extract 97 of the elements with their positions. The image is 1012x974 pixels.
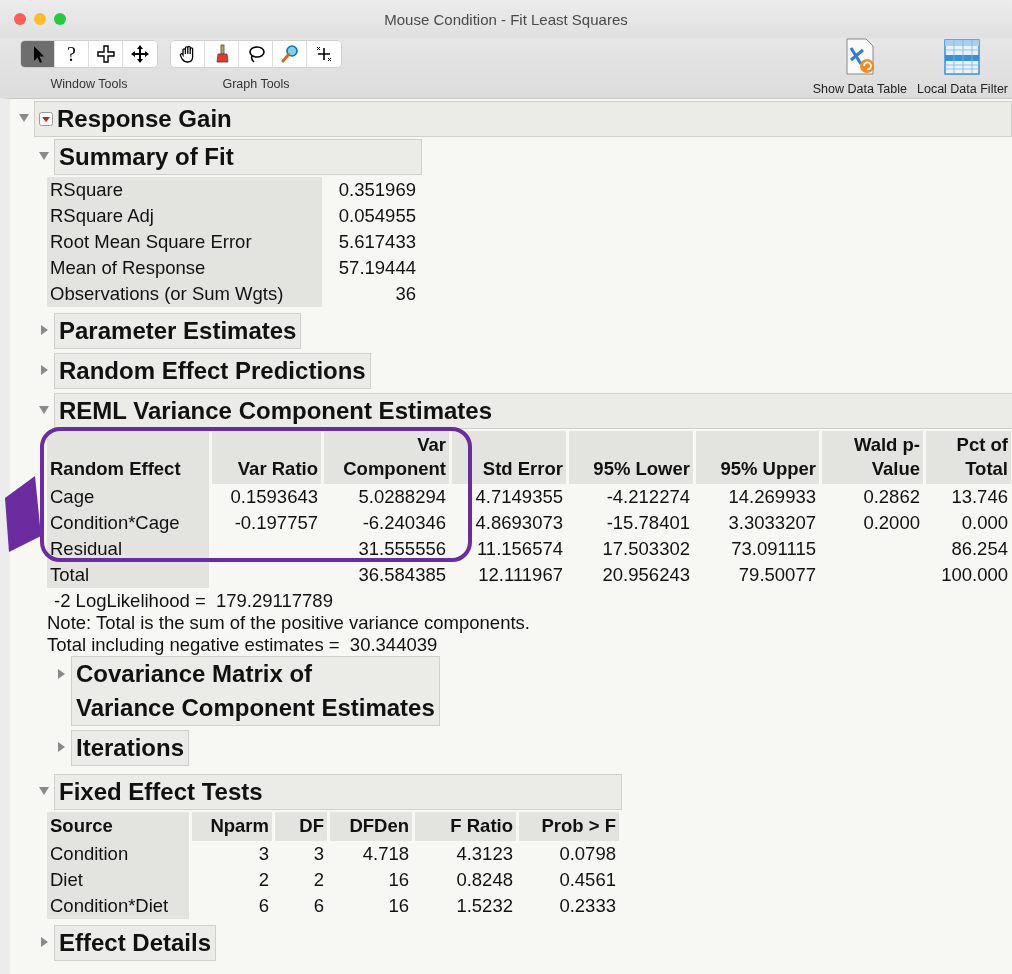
- table-cell-text: 36: [394, 282, 417, 306]
- table-cell-text: 86.254: [950, 537, 1009, 561]
- table-cell-text: 0.2000: [862, 511, 921, 535]
- row-label: Condition*Cage: [47, 510, 212, 536]
- zoom-button[interactable]: [54, 13, 66, 25]
- column-header: Var Ratio: [212, 431, 324, 484]
- close-button[interactable]: [14, 13, 26, 25]
- dropdown-menu-icon[interactable]: [39, 112, 53, 126]
- table-cell-text: 3: [257, 842, 270, 866]
- table-cell-text: 3.3033207: [727, 511, 817, 535]
- table-cell-text: -0.197757: [233, 511, 319, 535]
- table-cell-text: 0.000: [960, 511, 1009, 535]
- collapse-triangle-icon[interactable]: [38, 785, 50, 797]
- row-label: Cage: [47, 484, 212, 510]
- axis-scale-icon: [314, 44, 334, 64]
- magnifier-icon: [279, 44, 300, 64]
- table-cell-text: 73.091115: [730, 537, 817, 561]
- table-cell-text: 36.584385: [357, 563, 447, 587]
- table-cell-text: 79.50077: [737, 563, 817, 587]
- row-label: RSquare Adj: [47, 203, 325, 229]
- column-header: 95% Upper: [696, 431, 822, 484]
- expand-triangle-icon[interactable]: [55, 741, 67, 753]
- section-title[interactable]: Response Gain: [57, 102, 232, 136]
- table-cell-text: 1.5232: [455, 894, 514, 918]
- table-cell-text: 3: [312, 842, 325, 866]
- table-cell-text: 0.351969: [337, 178, 417, 202]
- report-note: -2 LogLikelihood = 179.29117789: [53, 590, 334, 612]
- table-cell-text: 0.4561: [558, 868, 617, 892]
- table-cell-text: -15.78401: [605, 511, 691, 535]
- table-cell-text: 20.956243: [601, 563, 691, 587]
- column-header: 95% Lower: [569, 431, 696, 484]
- collapse-triangle-icon[interactable]: [38, 404, 50, 416]
- table-cell-text: 5.0288294: [357, 485, 447, 509]
- tool-button[interactable]: [21, 41, 55, 67]
- table-cell-text: 0.2333: [558, 894, 617, 918]
- expand-triangle-icon[interactable]: [55, 668, 67, 680]
- column-header: DFDen: [330, 812, 415, 841]
- table-cell-text: 4.3123: [455, 842, 514, 866]
- table-cell-text: 0.1593643: [229, 485, 319, 509]
- column-header: Var Component: [324, 431, 452, 484]
- toolbar-group-label: Window Tools: [50, 77, 128, 91]
- table-cell-text: 13.746: [950, 485, 1009, 509]
- row-label: Root Mean Square Error: [47, 229, 325, 255]
- column-header: F Ratio: [415, 812, 519, 841]
- table-cell-text: 11.156574: [475, 537, 564, 561]
- expand-triangle-icon[interactable]: [38, 324, 50, 336]
- table-cell-text: 6: [257, 894, 270, 918]
- tool-button[interactable]: [171, 41, 205, 67]
- table-cell-text: 0.8248: [455, 868, 514, 892]
- report-note: Note: Total is the sum of the positive variance components.: [47, 612, 531, 634]
- column-header: Source: [47, 812, 192, 841]
- row-label: Condition: [47, 841, 192, 867]
- toolbar-action-button[interactable]: Show Data Table: [812, 38, 907, 96]
- table-cell-text: 4.7149355: [474, 485, 564, 509]
- row-label: Mean of Response: [47, 255, 325, 281]
- crosshair-icon: [95, 44, 116, 64]
- table-cell-text: 5.617433: [337, 230, 417, 254]
- table-cell-text: 0.2862: [862, 485, 921, 509]
- table-cell-text: -6.240346: [361, 511, 447, 535]
- column-header: Std Error: [452, 431, 569, 484]
- table-cell-text: 0.054955: [337, 204, 417, 228]
- table-cell-text: 2: [312, 868, 325, 892]
- column-header: Wald p- Value: [822, 431, 926, 484]
- table-cell-text: 16: [387, 868, 410, 892]
- row-label: RSquare: [47, 177, 325, 203]
- collapse-triangle-icon[interactable]: [18, 112, 30, 124]
- table-cell-text: 14.269933: [727, 485, 817, 509]
- row-label: Observations (or Sum Wgts): [47, 281, 325, 307]
- expand-triangle-icon[interactable]: [38, 936, 50, 948]
- table-cell-text: 0.0798: [558, 842, 617, 866]
- table-cell-text: 12.111967: [477, 563, 564, 587]
- column-header: DF: [275, 812, 330, 841]
- column-header: Pct of Total: [926, 431, 1012, 484]
- grid-icon: [943, 38, 982, 76]
- table-cell-text: -4.212274: [605, 485, 691, 509]
- table-cell-text: 31.555556: [357, 537, 447, 561]
- toolbar-group-label: Graph Tools: [222, 77, 290, 91]
- table-cell-text: 17.503302: [601, 537, 691, 561]
- move-icon: [130, 44, 150, 64]
- toolbar-action-button[interactable]: Local Data Filter: [917, 38, 1008, 96]
- column-header: Nparm: [192, 812, 275, 841]
- expand-triangle-icon[interactable]: [38, 364, 50, 376]
- collapse-triangle-icon[interactable]: [38, 150, 50, 162]
- table-cell-text: 4.8693073: [474, 511, 564, 535]
- column-header: Random Effect: [47, 431, 212, 484]
- row-label: Diet: [47, 867, 192, 893]
- table-cell-text: 16: [387, 894, 410, 918]
- table-cell-text: 4.718: [361, 842, 410, 866]
- table-cell-text: 6: [312, 894, 325, 918]
- table-cell-text: 57.19444: [337, 256, 417, 280]
- column-header: Prob > F: [519, 812, 622, 841]
- row-label: Total: [47, 562, 212, 588]
- window-title: Mouse Condition - Fit Least Squares: [384, 10, 628, 28]
- report-note: Total including negative estimates = 30.344039: [47, 634, 439, 656]
- table-cell-text: 2: [257, 868, 270, 892]
- table-cell-text: 100.000: [940, 563, 1009, 587]
- row-label: Condition*Diet: [47, 893, 192, 919]
